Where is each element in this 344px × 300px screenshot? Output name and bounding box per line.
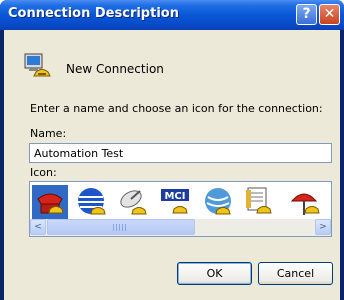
att-globe-phone-icon[interactable]	[200, 185, 236, 221]
scroll-right-button[interactable]: >	[315, 219, 331, 235]
satellite-phone-icon[interactable]	[116, 185, 152, 221]
close-button[interactable]: ✕	[319, 4, 340, 25]
name-label: Name:	[30, 127, 67, 140]
name-input[interactable]	[29, 143, 332, 163]
mci-phone-icon[interactable]: MCI	[158, 185, 194, 221]
icon-list[interactable]: MCI < >	[29, 181, 332, 237]
window-title: Connection Description	[8, 6, 179, 21]
globe-phone-icon[interactable]	[74, 185, 110, 221]
horizontal-scrollbar[interactable]: < >	[30, 219, 331, 236]
dialog-body	[4, 30, 340, 300]
icon-label: Icon:	[30, 166, 57, 179]
svg-text:MCI: MCI	[164, 191, 185, 202]
document-phone-icon[interactable]	[242, 185, 278, 221]
cancel-button[interactable]: Cancel	[258, 262, 333, 285]
scroll-thumb[interactable]	[47, 219, 195, 235]
ok-button[interactable]: OK	[177, 262, 252, 285]
scroll-left-button[interactable]: <	[30, 219, 46, 235]
red-phone-icon[interactable]	[32, 185, 68, 221]
title-bar[interactable]: Connection Description ? ✕	[0, 0, 344, 30]
help-button[interactable]: ?	[296, 4, 317, 25]
umbrella-phone-icon[interactable]	[288, 185, 324, 221]
connection-name: New Connection	[66, 62, 164, 76]
instruction-text: Enter a name and choose an icon for the …	[30, 102, 323, 115]
scroll-grip	[113, 224, 127, 231]
phone-connection-icon	[24, 53, 51, 77]
